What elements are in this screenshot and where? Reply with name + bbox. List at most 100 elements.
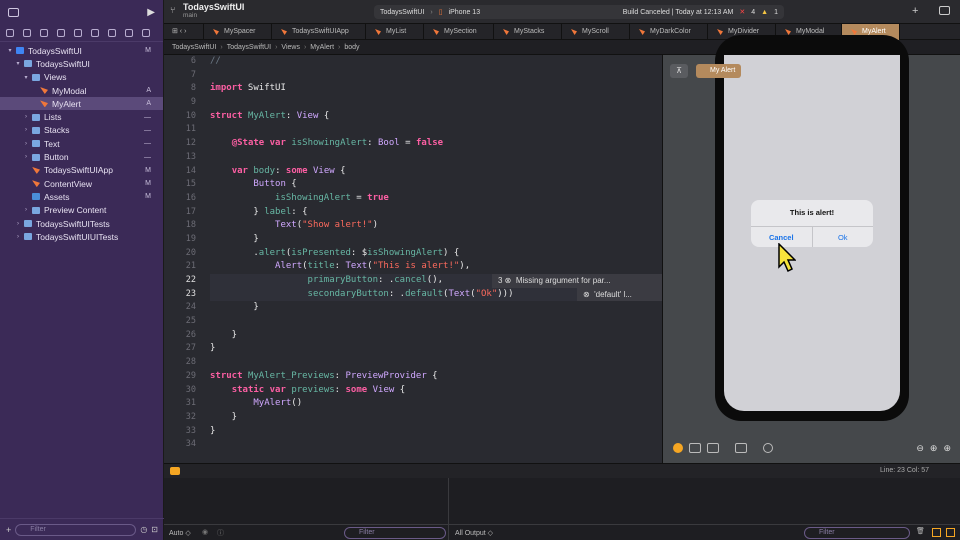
- disclosure-icon[interactable]: ›: [14, 234, 22, 240]
- report-icon[interactable]: [142, 28, 150, 37]
- code-line[interactable]: struct MyAlert_Previews: PreviewProvider…: [210, 370, 662, 384]
- recent-icon[interactable]: ◷: [140, 525, 147, 534]
- variants-icon[interactable]: [707, 443, 719, 453]
- sidebar-item[interactable]: › Button —: [0, 150, 163, 163]
- live-preview-icon[interactable]: [673, 443, 683, 453]
- eye-icon[interactable]: ◉: [202, 528, 208, 536]
- sidebar-item[interactable]: › TodaysSwiftUIUITests: [0, 230, 163, 243]
- code-line[interactable]: [210, 438, 662, 452]
- sidebar-item[interactable]: ▾ TodaysSwiftUI: [0, 57, 163, 70]
- info-icon[interactable]: ⓘ: [217, 528, 224, 538]
- breakpoint-icon[interactable]: [125, 28, 133, 37]
- code-line[interactable]: } label: {: [210, 206, 662, 220]
- scm-filter-icon[interactable]: ⊡: [151, 525, 158, 534]
- disclosure-icon[interactable]: ›: [22, 141, 30, 147]
- code-line[interactable]: }: [210, 329, 662, 343]
- error-annotation[interactable]: 3 ⊗ Missing argument for par...: [492, 274, 662, 288]
- inspector-toggle-icon[interactable]: [939, 6, 950, 15]
- variables-filter-input[interactable]: Filter: [344, 527, 446, 539]
- split-right-icon[interactable]: [946, 528, 955, 537]
- disclosure-icon[interactable]: ›: [14, 221, 22, 227]
- code-line[interactable]: }: [210, 342, 662, 356]
- disclosure-icon[interactable]: ›: [22, 114, 30, 120]
- tab-mysection[interactable]: MySection: [424, 24, 494, 40]
- breadcrumb-item[interactable]: body: [344, 44, 359, 51]
- sidebar-item[interactable]: MyModal A: [0, 84, 163, 97]
- code-line[interactable]: }: [210, 425, 662, 439]
- add-icon[interactable]: +: [6, 525, 11, 535]
- code-line[interactable]: var body: some View {: [210, 165, 662, 179]
- selectable-icon[interactable]: [689, 443, 701, 453]
- source-editor[interactable]: 6 7 8 9 10 11 12 13 14 15 16 17 18 19 20 21 22 23 24 25 26 27…: [164, 55, 662, 463]
- code-line[interactable]: Alert(title: Text("This is alert!"),: [210, 260, 662, 274]
- sidebar-item[interactable]: MyAlert A: [0, 97, 163, 111]
- tab-myscroll[interactable]: MyScroll: [562, 24, 630, 40]
- preview-chip[interactable]: My Alert: [696, 64, 742, 78]
- code-line[interactable]: //: [210, 55, 662, 69]
- trash-icon[interactable]: 🗑: [916, 527, 925, 535]
- disclosure-icon[interactable]: ›: [22, 207, 30, 213]
- navigator-filter-input[interactable]: Filter: [15, 523, 137, 536]
- sidebar-item[interactable]: ContentView M: [0, 177, 163, 190]
- tab-myspacer[interactable]: MySpacer: [204, 24, 272, 40]
- disclosure-icon[interactable]: ›: [22, 127, 30, 133]
- output-select[interactable]: All Output ◇: [455, 529, 493, 537]
- source-control-icon[interactable]: [23, 28, 31, 37]
- breadcrumb-item[interactable]: TodaysSwiftUI: [227, 44, 271, 51]
- sidebar-item[interactable]: › Lists —: [0, 110, 163, 123]
- sidebar-item[interactable]: Assets M: [0, 190, 163, 203]
- issue-icon[interactable]: [74, 28, 82, 37]
- tab-mydarkcolor[interactable]: MyDarkColor: [630, 24, 708, 40]
- tab-nav-arrows[interactable]: ⊞ ‹ ›: [164, 24, 204, 39]
- sidebar-item[interactable]: › Text —: [0, 137, 163, 150]
- code-line[interactable]: [210, 69, 662, 83]
- code-area[interactable]: // import SwiftUI struct MyAlert: View { @…: [210, 55, 662, 452]
- disclosure-icon[interactable]: ▾: [14, 60, 22, 67]
- run-icon[interactable]: ▶: [147, 7, 155, 18]
- code-line[interactable]: [210, 96, 662, 110]
- error-annotation[interactable]: ⊗ 'default' l...: [577, 287, 662, 302]
- sidebar-item[interactable]: TodaysSwiftUIApp M: [0, 164, 163, 177]
- breadcrumb-item[interactable]: Views: [281, 44, 300, 51]
- tab-mylist[interactable]: MyList: [366, 24, 424, 40]
- debug-area-toggle-icon[interactable]: [170, 467, 180, 475]
- sidebar-item[interactable]: › Preview Content: [0, 204, 163, 217]
- breadcrumb-item[interactable]: MyAlert: [310, 44, 334, 51]
- variables-mode-select[interactable]: Auto ◇: [169, 529, 191, 537]
- test-icon[interactable]: [91, 28, 99, 37]
- disclosure-icon[interactable]: ▾: [22, 74, 30, 81]
- code-line[interactable]: import SwiftUI: [210, 82, 662, 96]
- code-line[interactable]: [210, 123, 662, 137]
- symbol-icon[interactable]: [40, 28, 48, 37]
- add-library-icon[interactable]: +: [912, 5, 918, 17]
- device-settings-icon[interactable]: [735, 443, 747, 453]
- zoom-in-icon[interactable]: ⊕: [943, 443, 951, 454]
- code-line[interactable]: static var previews: some View {: [210, 384, 662, 398]
- code-line[interactable]: .alert(isPresented: $isShowingAlert) {: [210, 247, 662, 261]
- code-line[interactable]: primaryButton: .cancel(), 3 ⊗ Missing arg…: [210, 274, 662, 288]
- code-line[interactable]: secondaryButton: .default(Text("Ok"))) ⊗ …: [210, 287, 662, 302]
- warning-icon[interactable]: ▲: [761, 9, 768, 16]
- code-line[interactable]: [210, 151, 662, 165]
- device-selector[interactable]: iPhone 13: [449, 9, 481, 16]
- alert-ok-button[interactable]: Ok: [813, 227, 874, 247]
- code-line[interactable]: isShowingAlert = true: [210, 192, 662, 206]
- debug-icon[interactable]: [108, 28, 116, 37]
- code-line[interactable]: struct MyAlert: View {: [210, 110, 662, 124]
- console-filter-input[interactable]: Filter: [804, 527, 910, 539]
- error-icon[interactable]: ✕: [739, 8, 745, 16]
- scheme-selector[interactable]: TodaysSwiftUI: [380, 9, 424, 16]
- code-line[interactable]: }: [210, 301, 662, 315]
- project-title[interactable]: TodaysSwiftUI: [183, 2, 244, 12]
- disclosure-icon[interactable]: ›: [22, 154, 30, 160]
- tab-todaysswiftuiapp[interactable]: TodaysSwiftUIApp: [272, 24, 366, 40]
- code-line[interactable]: @State var isShowingAlert: Bool = false: [210, 137, 662, 151]
- zoom-out-icon[interactable]: ⊖: [916, 443, 924, 454]
- code-line[interactable]: MyAlert(): [210, 397, 662, 411]
- search-icon[interactable]: [57, 28, 65, 37]
- sidebar-item[interactable]: ▾ Views: [0, 71, 163, 84]
- code-line[interactable]: Text("Show alert!"): [210, 219, 662, 233]
- sidebar-item[interactable]: › TodaysSwiftUITests: [0, 217, 163, 230]
- pin-icon[interactable]: ⊼: [670, 64, 688, 78]
- folder-nav-icon[interactable]: [6, 28, 14, 37]
